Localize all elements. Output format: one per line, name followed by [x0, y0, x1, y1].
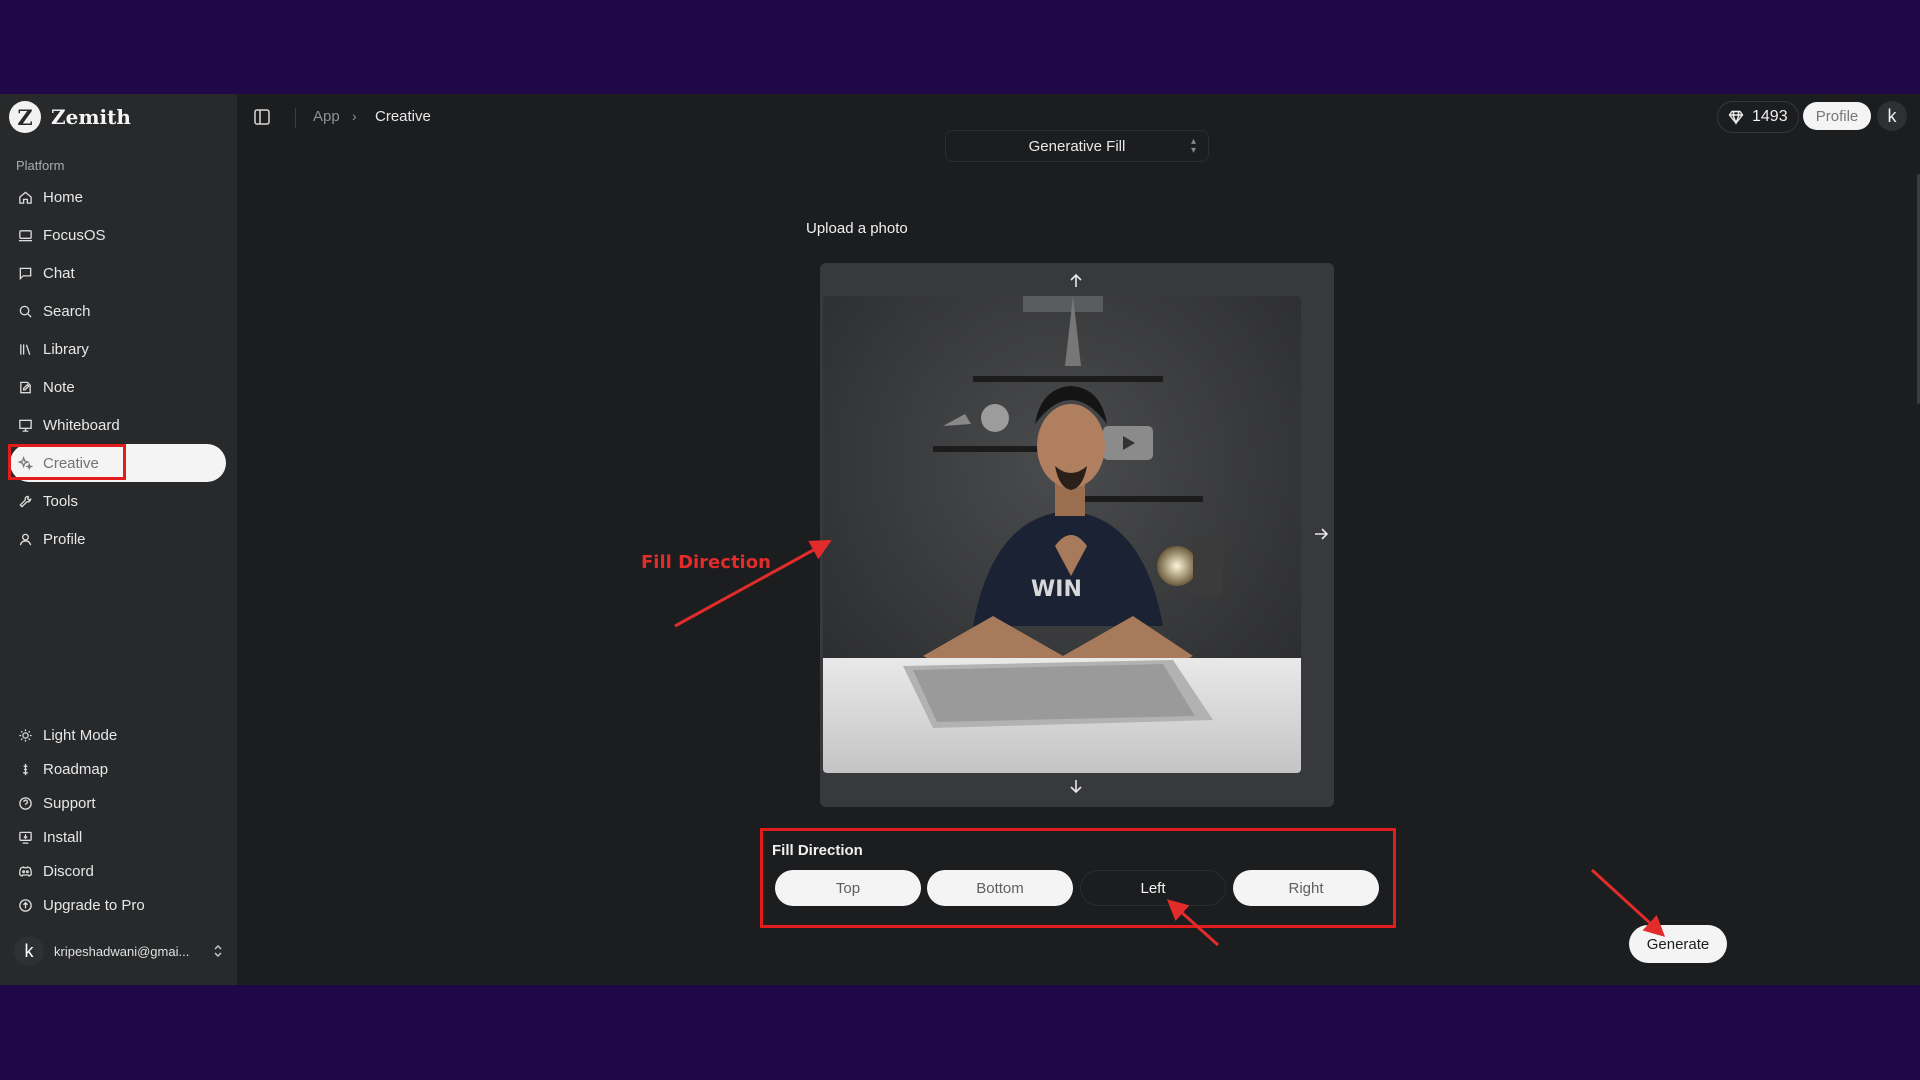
app-window: Z Zemith Platform Home FocusOS Chat Sear…: [0, 94, 1920, 985]
arrow-right-icon[interactable]: [1312, 525, 1330, 543]
topbar-divider: [295, 108, 296, 128]
profile-button[interactable]: Profile: [1803, 102, 1871, 130]
sidebar-nav: Home FocusOS Chat Search Library Note Wh…: [8, 178, 226, 558]
direction-right-button[interactable]: Right: [1233, 870, 1379, 906]
sidebar-item-library[interactable]: Library: [10, 330, 226, 368]
account-email: kripeshadwani@gmai...: [54, 943, 190, 959]
whiteboard-icon: [19, 419, 32, 432]
diamond-icon: [1728, 110, 1744, 125]
help-icon: [19, 796, 32, 810]
sidebar: Z Zemith Platform Home FocusOS Chat Sear…: [0, 94, 237, 985]
sidebar-item-label: FocusOS: [43, 226, 106, 244]
breadcrumb-separator-icon: ›: [352, 108, 357, 124]
sun-icon: [19, 728, 32, 742]
credits-count: 1493: [1752, 108, 1788, 125]
chevron-up-down-icon: ▴ ▾: [1190, 136, 1196, 156]
arrow-up-icon[interactable]: [1067, 272, 1085, 290]
install-icon: [19, 831, 32, 844]
image-canvas: WIN: [820, 263, 1334, 807]
sidebar-bottom-nav: Light Mode Roadmap Support Install Disco…: [10, 718, 226, 922]
sidebar-item-label: Home: [43, 188, 84, 206]
direction-bottom-button[interactable]: Bottom: [927, 870, 1073, 906]
account-switcher[interactable]: k kripeshadwani@gmai...: [14, 932, 224, 970]
home-icon: [19, 190, 32, 204]
roadmap-icon: [23, 763, 28, 775]
sidebar-item-search[interactable]: Search: [10, 292, 226, 330]
sidebar-item-label: Roadmap: [43, 760, 109, 778]
sidebar-item-label: Search: [43, 302, 91, 320]
credits-badge[interactable]: 1493: [1717, 101, 1799, 133]
search-icon: [19, 305, 32, 318]
sidebar-item-install[interactable]: Install: [10, 820, 226, 854]
sidebar-item-label: Upgrade to Pro: [43, 896, 145, 914]
breadcrumb-current: Creative: [375, 108, 431, 125]
sidebar-item-label: Note: [43, 378, 75, 396]
sidebar-item-light-mode[interactable]: Light Mode: [10, 718, 226, 752]
logo-mark: Z: [9, 101, 41, 133]
chevron-up-down-icon: [214, 945, 222, 957]
avatar[interactable]: k: [1877, 101, 1907, 131]
discord-icon: [19, 865, 32, 877]
sidebar-item-label: Install: [43, 828, 83, 846]
sidebar-item-label: Tools: [43, 492, 79, 510]
monitor-icon: [18, 229, 33, 241]
sparkles-icon: [18, 455, 33, 470]
direction-top-button[interactable]: Top: [775, 870, 921, 906]
sidebar-item-profile[interactable]: Profile: [10, 520, 226, 558]
account-avatar: k: [14, 936, 44, 966]
sidebar-item-label: Library: [43, 340, 89, 358]
sidebar-item-roadmap[interactable]: Roadmap: [10, 752, 226, 786]
arrow-down-icon[interactable]: [1067, 777, 1085, 795]
sidebar-item-label: Support: [43, 794, 96, 812]
sidebar-item-label: Whiteboard: [43, 416, 120, 434]
user-icon: [19, 533, 32, 545]
sidebar-item-whiteboard[interactable]: Whiteboard: [10, 406, 226, 444]
annotation-label: Fill Direction: [641, 552, 771, 573]
sidebar-toggle-icon[interactable]: [253, 108, 271, 126]
sidebar-item-label: Chat: [43, 264, 75, 282]
sidebar-item-focusos[interactable]: FocusOS: [10, 216, 226, 254]
mode-select-value: Generative Fill: [1028, 137, 1126, 155]
svg-text:WIN: WIN: [1031, 577, 1082, 602]
section-label: Platform: [16, 158, 65, 173]
sidebar-item-tools[interactable]: Tools: [10, 482, 226, 520]
upload-label: Upload a photo: [806, 220, 908, 237]
breadcrumb-app[interactable]: App: [313, 108, 340, 125]
wrench-icon: [19, 495, 32, 508]
sidebar-item-chat[interactable]: Chat: [10, 254, 226, 292]
uploaded-photo: WIN: [823, 296, 1301, 773]
sidebar-item-note[interactable]: Note: [10, 368, 226, 406]
upgrade-icon: [19, 898, 32, 912]
sidebar-item-label: Light Mode: [43, 726, 118, 744]
sidebar-item-home[interactable]: Home: [10, 178, 226, 216]
sidebar-item-creative[interactable]: Creative: [8, 444, 226, 482]
sidebar-item-label: Discord: [43, 862, 94, 880]
sidebar-item-support[interactable]: Support: [10, 786, 226, 820]
mode-select[interactable]: Generative Fill ▴ ▾: [945, 130, 1209, 162]
direction-left-button[interactable]: Left: [1080, 870, 1226, 906]
sidebar-item-discord[interactable]: Discord: [10, 854, 226, 888]
sidebar-item-label: Profile: [43, 530, 86, 548]
library-icon: [20, 343, 31, 355]
main-content: App › Creative 1493 Profile k Generative…: [237, 94, 1920, 985]
app-name: Zemith: [51, 105, 131, 129]
sidebar-item-upgrade[interactable]: Upgrade to Pro: [10, 888, 226, 922]
note-icon: [20, 381, 31, 393]
sidebar-item-label: Creative: [43, 454, 99, 472]
logo[interactable]: Z Zemith: [9, 101, 131, 133]
fill-direction-title: Fill Direction: [772, 842, 863, 859]
chat-icon: [19, 267, 32, 280]
generate-button[interactable]: Generate: [1629, 925, 1727, 963]
